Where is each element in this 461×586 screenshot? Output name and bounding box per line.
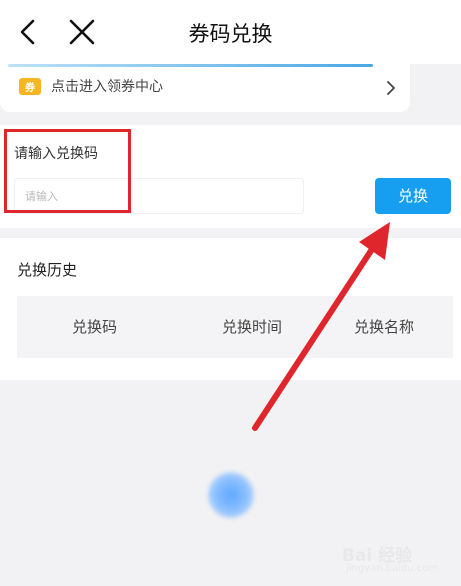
- annotation-highlight-box: [4, 129, 131, 213]
- redeem-card: 请输入兑换码 兑换: [0, 125, 461, 228]
- loading-spinner: [208, 472, 254, 518]
- column-header-name: 兑换名称: [354, 318, 415, 336]
- history-title: 兑换历史: [17, 261, 78, 279]
- column-header-time: 兑换时间: [222, 318, 283, 336]
- chevron-right-icon[interactable]: [384, 79, 398, 97]
- coupon-center-banner[interactable]: 券 点击进入领券中心: [0, 64, 410, 112]
- watermark: Bai 经验 jingyan.baidu.com: [342, 541, 456, 581]
- coupon-redeem-page: 券码兑换 券 点击进入领券中心 请输入兑换码 兑换 兑换历史 兑换码 兑换时间 …: [0, 0, 461, 586]
- watermark-sub: jingyan.baidu.com: [346, 563, 439, 574]
- coupon-ticket-icon: 券: [19, 78, 41, 95]
- redeem-button[interactable]: 兑换: [375, 178, 451, 214]
- top-bar: 券码兑换: [0, 0, 461, 64]
- banner-accent-bar: [8, 64, 373, 67]
- coupon-icon-glyph: 券: [25, 83, 35, 94]
- coupon-center-link[interactable]: 点击进入领券中心: [51, 76, 163, 96]
- redeem-history-section: 兑换历史 兑换码 兑换时间 兑换名称: [0, 238, 461, 380]
- page-title: 券码兑换: [188, 22, 273, 46]
- column-header-code: 兑换码: [72, 318, 118, 336]
- history-table-header: 兑换码 兑换时间 兑换名称: [17, 296, 453, 358]
